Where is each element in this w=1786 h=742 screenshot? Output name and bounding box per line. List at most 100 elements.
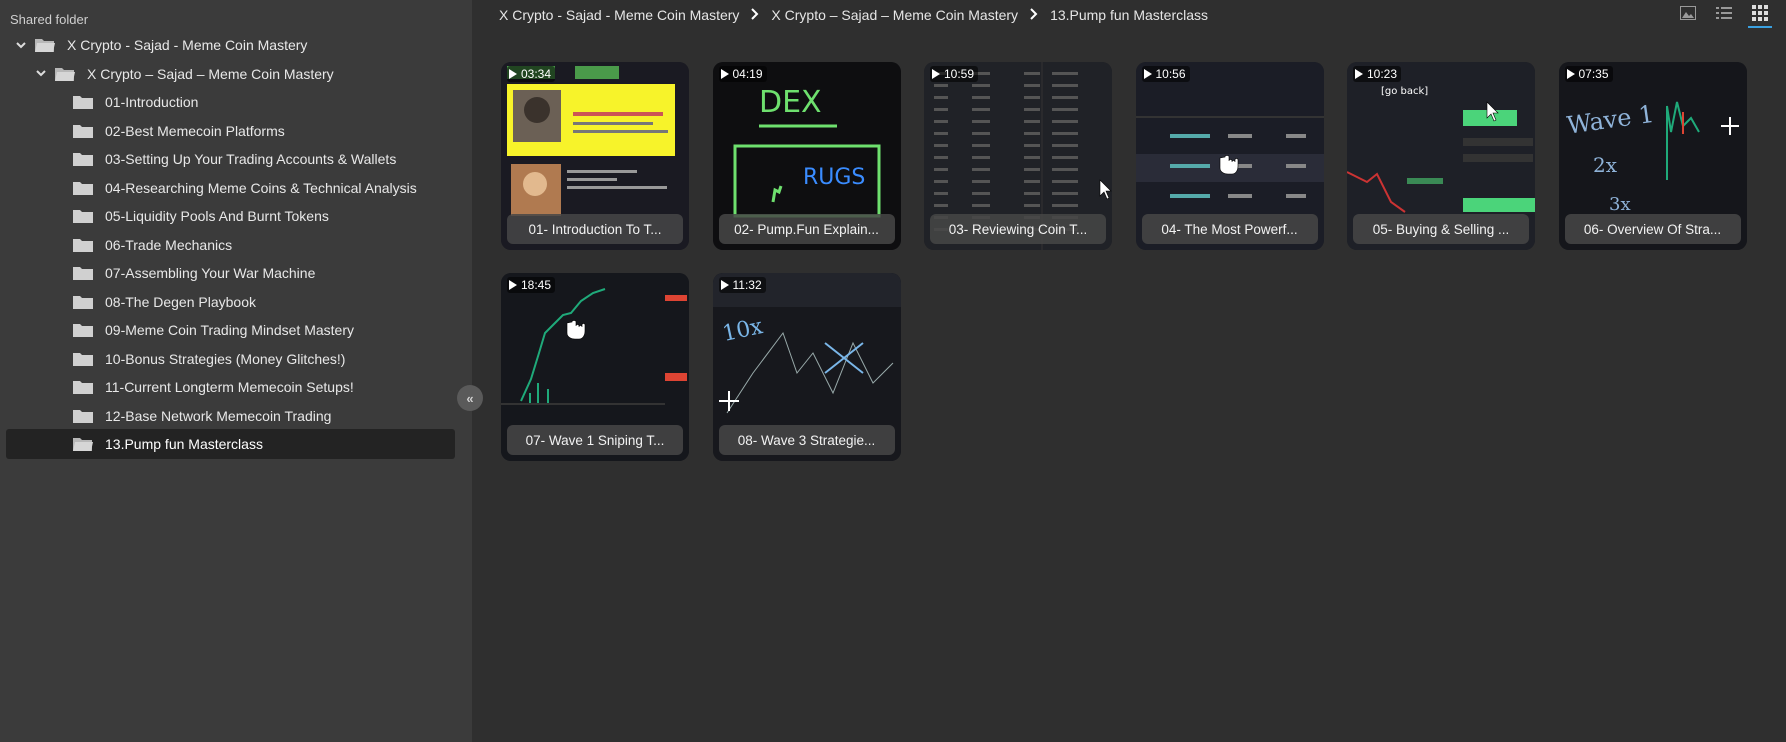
folder-icon <box>72 123 94 139</box>
folder-icon <box>72 294 94 310</box>
play-icon <box>1355 69 1363 79</box>
sidebar-folder-label: 05-Liquidity Pools And Burnt Tokens <box>105 208 329 224</box>
folder-open-icon <box>54 66 76 82</box>
sidebar-folder-label: 01-Introduction <box>105 94 199 110</box>
video-card[interactable]: 18:45 07- Wave 1 Sniping T... <box>501 273 689 461</box>
sidebar-folder-label: 11-Current Longterm Memecoin Setups! <box>105 379 354 395</box>
collapse-sidebar-button[interactable]: « <box>457 385 483 411</box>
sidebar-folder-item[interactable]: X Crypto - Sajad - Meme Coin Mastery <box>6 30 455 60</box>
image-view-button[interactable] <box>1676 4 1700 26</box>
sidebar-folder-item[interactable]: 10-Bonus Strategies (Money Glitches!) <box>6 344 455 374</box>
video-title: 01- Introduction To T... <box>507 214 683 244</box>
sidebar-folder-label: 09-Meme Coin Trading Mindset Mastery <box>105 322 354 338</box>
sidebar-folder-item[interactable]: 08-The Degen Playbook <box>6 287 455 317</box>
thumb-3x-text: 3x <box>1609 194 1631 215</box>
breadcrumb-item[interactable]: X Crypto – Sajad – Meme Coin Mastery <box>771 7 1018 23</box>
video-card[interactable]: 10:56 04- The Most Powerf... <box>1135 62 1324 250</box>
sidebar: Shared folder X Crypto - Sajad - Meme Co… <box>0 0 472 742</box>
folder-open-icon <box>34 37 56 53</box>
sidebar-folder-label: 04-Researching Meme Coins & Technical An… <box>105 179 417 196</box>
folder-icon <box>72 379 94 395</box>
thumb-rugs-text: RUGS <box>803 165 865 190</box>
play-icon <box>932 69 940 79</box>
list-view-button[interactable] <box>1712 4 1736 26</box>
folder-icon <box>72 180 94 196</box>
folder-icon <box>72 408 94 424</box>
video-duration-text: 04:19 <box>732 67 763 81</box>
sidebar-folder-label: 12-Base Network Memecoin Trading <box>105 407 332 424</box>
play-icon <box>1143 69 1152 79</box>
sidebar-folder-item[interactable]: 07-Assembling Your War Machine <box>6 258 455 288</box>
video-duration: 10:23 <box>1353 66 1402 82</box>
play-icon <box>509 280 517 290</box>
folder-open-icon <box>72 436 94 452</box>
sidebar-folder-item[interactable]: 05-Liquidity Pools And Burnt Tokens <box>6 201 455 231</box>
video-duration: 04:19 <box>718 66 767 82</box>
sidebar-folder-item[interactable]: 11-Current Longterm Memecoin Setups! <box>6 372 455 402</box>
video-card[interactable]: 03:34 01- Introduction To T... <box>501 62 689 250</box>
sidebar-folder-item[interactable]: X Crypto – Sajad – Meme Coin Mastery <box>6 59 455 89</box>
video-duration-text: 07:35 <box>1578 67 1609 81</box>
thumb-dex-text: DEX <box>759 85 822 120</box>
video-duration: 03:34 <box>507 66 556 82</box>
grid-view-icon <box>1752 4 1768 26</box>
video-title: 07- Wave 1 Sniping T... <box>507 425 683 455</box>
list-view-icon <box>1716 6 1732 25</box>
breadcrumb-item[interactable]: X Crypto - Sajad - Meme Coin Mastery <box>499 7 739 23</box>
sidebar-folder-label: X Crypto – Sajad – Meme Coin Mastery <box>87 65 334 82</box>
video-duration: 10:59 <box>930 66 979 82</box>
video-duration: 07:35 <box>1564 66 1613 82</box>
chevron-down-icon[interactable] <box>34 67 48 81</box>
video-title: 04- The Most Powerf... <box>1141 214 1318 244</box>
folder-icon <box>72 265 94 281</box>
video-card[interactable]: 10:59 03- Reviewing Coin T... <box>924 62 1112 250</box>
folder-icon <box>72 94 94 110</box>
sidebar-folder-item[interactable]: 02-Best Memecoin Platforms <box>6 116 455 146</box>
folder-icon <box>72 237 94 253</box>
video-duration: 18:45 <box>507 277 556 293</box>
chevron-right-icon <box>1030 7 1038 23</box>
sidebar-folder-item[interactable]: 04-Researching Meme Coins & Technical An… <box>6 173 455 203</box>
video-card[interactable]: 10x 11:32 08- Wave 3 Strategie... <box>712 273 901 461</box>
chevron-right-icon <box>751 7 759 23</box>
video-duration: 11:32 <box>718 277 766 293</box>
video-title: 03- Reviewing Coin T... <box>930 214 1106 244</box>
sidebar-folder-item[interactable]: 09-Meme Coin Trading Mindset Mastery <box>6 315 455 345</box>
sidebar-folder-label: 08-The Degen Playbook <box>105 293 256 310</box>
play-icon <box>720 280 729 290</box>
video-duration-text: 18:45 <box>521 278 552 292</box>
video-title: 06- Overview Of Stra... <box>1564 214 1741 244</box>
breadcrumb-item-current[interactable]: 13.Pump fun Masterclass <box>1050 7 1208 23</box>
sidebar-folder-item[interactable]: 06-Trade Mechanics <box>6 230 455 260</box>
sidebar-folder-label: 02-Best Memecoin Platforms <box>105 122 285 139</box>
thumb-go-back-text: [go back] <box>1381 86 1428 97</box>
double-chevron-left-icon: « <box>466 390 474 406</box>
video-title: 02- Pump.Fun Explain... <box>718 214 895 244</box>
thumb-2x-text: 2x <box>1593 153 1618 177</box>
video-card[interactable]: [go back] 10:23 05- Buying & Selling ... <box>1347 62 1535 250</box>
sidebar-folder-item[interactable]: 13.Pump fun Masterclass <box>6 429 455 459</box>
sidebar-folder-item[interactable]: 12-Base Network Memecoin Trading <box>6 401 455 431</box>
sidebar-folder-label: X Crypto - Sajad - Meme Coin Mastery <box>67 37 308 53</box>
sidebar-folder-item[interactable]: 01-Introduction <box>6 87 455 117</box>
folder-icon <box>72 322 94 338</box>
chevron-down-icon[interactable] <box>14 38 28 52</box>
sidebar-folder-label: 10-Bonus Strategies (Money Glitches!) <box>105 350 346 367</box>
grid-view-button[interactable] <box>1748 4 1772 28</box>
video-title: 05- Buying & Selling ... <box>1353 214 1529 244</box>
breadcrumb: X Crypto - Sajad - Meme Coin Mastery X C… <box>499 5 1208 25</box>
sidebar-folder-label: 07-Assembling Your War Machine <box>105 265 316 281</box>
play-icon <box>720 69 729 79</box>
sidebar-folder-label: 13.Pump fun Masterclass <box>105 436 263 452</box>
sidebar-header: Shared folder <box>10 12 89 27</box>
sidebar-folder-label: 03-Setting Up Your Trading Accounts & Wa… <box>105 151 397 167</box>
sidebar-folder-item[interactable]: 03-Setting Up Your Trading Accounts & Wa… <box>6 144 455 174</box>
folder-icon <box>72 208 94 224</box>
video-card[interactable]: DEX RUGS 04:19 02- Pump.Fun Explain... <box>712 62 901 250</box>
video-duration-text: 10:59 <box>944 67 975 81</box>
video-duration-text: 03:34 <box>521 67 552 81</box>
video-duration-text: 10:23 <box>1367 67 1398 81</box>
video-card[interactable]: Wave 1 2x 3x 07:35 06- Overview Of Stra.… <box>1558 62 1747 250</box>
sidebar-folder-label: 06-Trade Mechanics <box>105 236 233 253</box>
video-duration: 10:56 <box>1141 66 1190 82</box>
